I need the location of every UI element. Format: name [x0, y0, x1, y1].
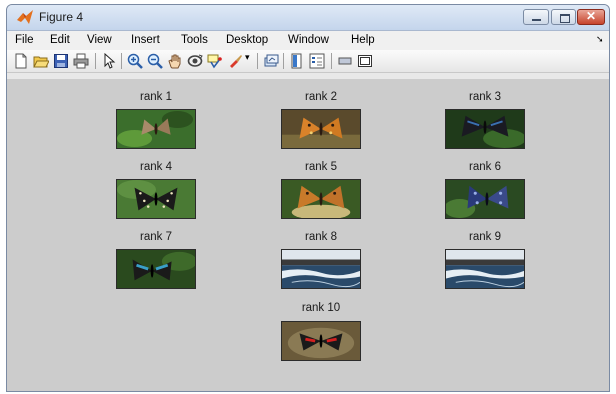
maximize-icon — [560, 14, 570, 23]
rank-label: rank 1 — [140, 91, 172, 103]
rank-label: rank 4 — [140, 161, 172, 173]
zoom-out-icon[interactable] — [147, 53, 163, 69]
rank-label: rank 9 — [469, 231, 501, 243]
rank-label: rank 7 — [140, 231, 172, 243]
toolbar-separator — [283, 53, 284, 69]
close-icon: ✕ — [585, 9, 597, 23]
select-arrow-icon[interactable] — [101, 53, 117, 69]
figure-toolbar: ▾ — [7, 50, 609, 73]
rotate-3d-icon[interactable] — [187, 53, 203, 69]
maximize-button[interactable] — [551, 9, 576, 25]
butterfly-on-leaves-image — [116, 109, 196, 149]
menu-edit[interactable]: Edit — [50, 34, 70, 46]
menu-insert[interactable]: Insert — [131, 34, 160, 46]
link-plot-icon[interactable] — [263, 53, 279, 69]
save-icon[interactable] — [53, 53, 69, 69]
brush-icon[interactable] — [227, 53, 243, 69]
toolbar-separator — [95, 53, 96, 69]
orange-butterfly-image — [281, 109, 361, 149]
title-bar[interactable]: Figure 4 ✕ — [7, 5, 609, 31]
matlab-logo-icon — [17, 10, 33, 24]
rank-label: rank 3 — [469, 91, 501, 103]
menu-tools[interactable]: Tools — [181, 34, 208, 46]
menu-desktop[interactable]: Desktop — [226, 34, 268, 46]
close-button[interactable]: ✕ — [577, 9, 605, 25]
red-black-butterfly-image — [281, 321, 361, 361]
menu-bar: File Edit View Insert Tools Desktop Wind… — [7, 31, 609, 50]
pan-hand-icon[interactable] — [167, 53, 183, 69]
rank-label: rank 2 — [305, 91, 337, 103]
dark-butterfly-image — [445, 109, 525, 149]
toolbar-separator — [121, 53, 122, 69]
waterfall-image — [281, 249, 361, 289]
show-plot-tools-icon[interactable] — [357, 53, 373, 69]
colorbar-icon[interactable] — [289, 53, 305, 69]
blue-black-butterfly-image — [116, 249, 196, 289]
brush-dropdown-icon[interactable]: ▾ — [245, 52, 250, 63]
minimize-icon — [532, 19, 541, 21]
rank-label: rank 5 — [305, 161, 337, 173]
new-figure-icon[interactable] — [13, 53, 29, 69]
rank-label: rank 10 — [301, 302, 341, 314]
orange-butterfly-on-flower-image — [281, 179, 361, 219]
menu-view[interactable]: View — [87, 34, 112, 46]
print-icon[interactable] — [73, 53, 89, 69]
window-title: Figure 4 — [39, 10, 84, 24]
hide-plot-tools-icon[interactable] — [337, 53, 353, 69]
minimize-button[interactable] — [523, 9, 549, 25]
zoom-in-icon[interactable] — [127, 53, 143, 69]
menu-file[interactable]: File — [15, 34, 34, 46]
figure-window: Figure 4 ✕ File Edit View Insert Tools D… — [6, 4, 610, 392]
menu-help[interactable]: Help — [351, 34, 375, 46]
legend-icon[interactable] — [309, 53, 325, 69]
open-file-icon[interactable] — [33, 53, 49, 69]
menubar-arrow-icon[interactable]: ➘ — [596, 34, 604, 45]
rank-label: rank 8 — [305, 231, 337, 243]
data-cursor-icon[interactable] — [207, 53, 223, 69]
waterfall-image — [445, 249, 525, 289]
black-spotted-butterfly-image — [116, 179, 196, 219]
menu-window[interactable]: Window — [288, 34, 329, 46]
figure-canvas[interactable]: rank 1 rank 2 rank 3 rank 4 rank 5 rank … — [7, 79, 609, 391]
toolbar-separator — [257, 53, 258, 69]
toolbar-separator — [331, 53, 332, 69]
blue-butterfly-image — [445, 179, 525, 219]
rank-label: rank 6 — [469, 161, 501, 173]
